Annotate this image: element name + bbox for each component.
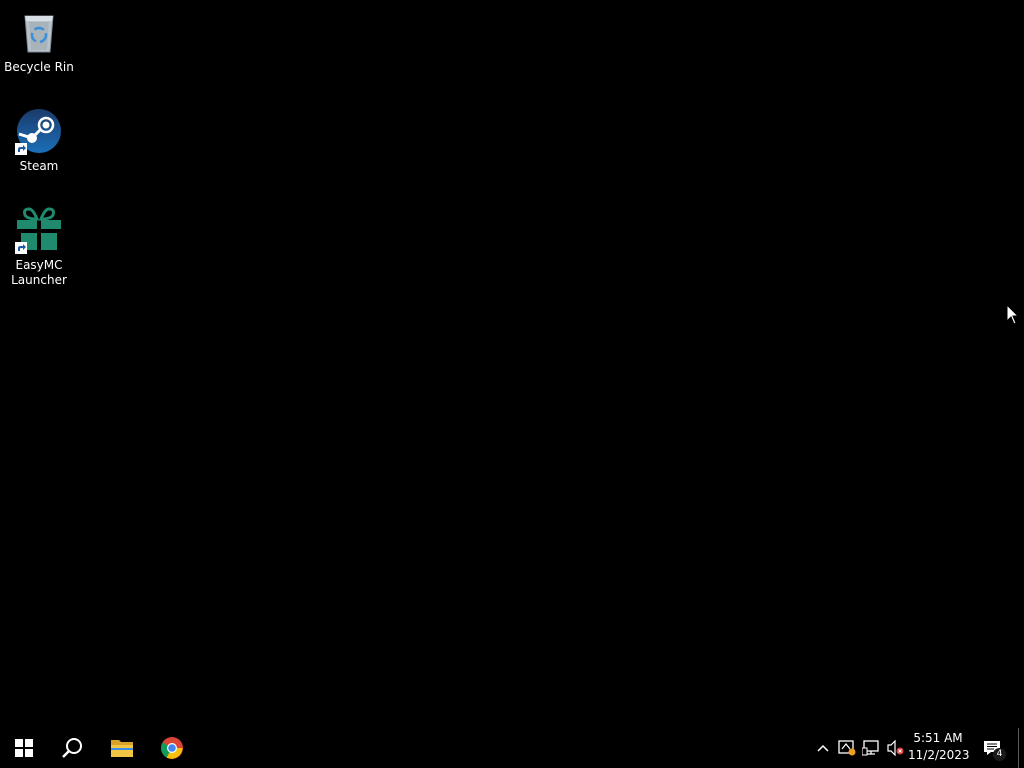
recycle-bin-icon xyxy=(15,8,63,56)
taskbar-clock[interactable]: 5:51 AM 11/2/2023 xyxy=(908,730,970,766)
show-hidden-icons-button[interactable] xyxy=(812,738,834,758)
desktop-icon-label: Becycle Rin xyxy=(4,60,74,74)
mouse-cursor-icon xyxy=(1006,304,1020,325)
desktop-icon-easymc-launcher[interactable]: EasyMC Launcher xyxy=(4,206,74,288)
desktop[interactable]: Becycle Rin Steam EasyMC Launcher xyxy=(0,0,1024,728)
desktop-icon-steam[interactable]: Steam xyxy=(4,107,74,174)
notification-count-badge: 4 xyxy=(993,748,1006,761)
taskbar-file-explorer[interactable] xyxy=(98,728,146,768)
show-desktop-button[interactable] xyxy=(1018,728,1024,768)
start-button[interactable] xyxy=(0,728,48,768)
tray-network-button[interactable] xyxy=(860,738,882,758)
steam-icon xyxy=(15,107,63,155)
gift-icon xyxy=(15,206,63,254)
tray-security-button[interactable] xyxy=(836,738,858,758)
desktop-icon-label: Steam xyxy=(19,159,59,173)
shortcut-arrow-icon xyxy=(15,242,27,254)
volume-muted-icon xyxy=(887,740,904,756)
tray-volume-button[interactable] xyxy=(884,738,906,758)
search-button[interactable] xyxy=(48,728,96,768)
windows-logo-icon xyxy=(15,739,33,757)
taskbar-chrome[interactable] xyxy=(148,728,196,768)
desktop-icon-recycle-bin[interactable]: Becycle Rin xyxy=(4,8,74,75)
clock-time: 5:51 AM xyxy=(913,731,963,745)
chevron-up-icon xyxy=(817,744,829,752)
chrome-icon xyxy=(161,737,183,759)
search-icon xyxy=(62,738,82,758)
shortcut-arrow-icon xyxy=(15,143,27,155)
clock-date: 11/2/2023 xyxy=(908,748,970,762)
taskbar: 5:51 AM 11/2/2023 4 xyxy=(0,728,1024,768)
folder-icon xyxy=(111,740,133,757)
desktop-icon-label: EasyMC Launcher xyxy=(11,258,67,287)
security-warning-icon xyxy=(838,740,856,756)
network-icon xyxy=(862,740,879,756)
action-center-button[interactable]: 4 xyxy=(980,738,1006,761)
